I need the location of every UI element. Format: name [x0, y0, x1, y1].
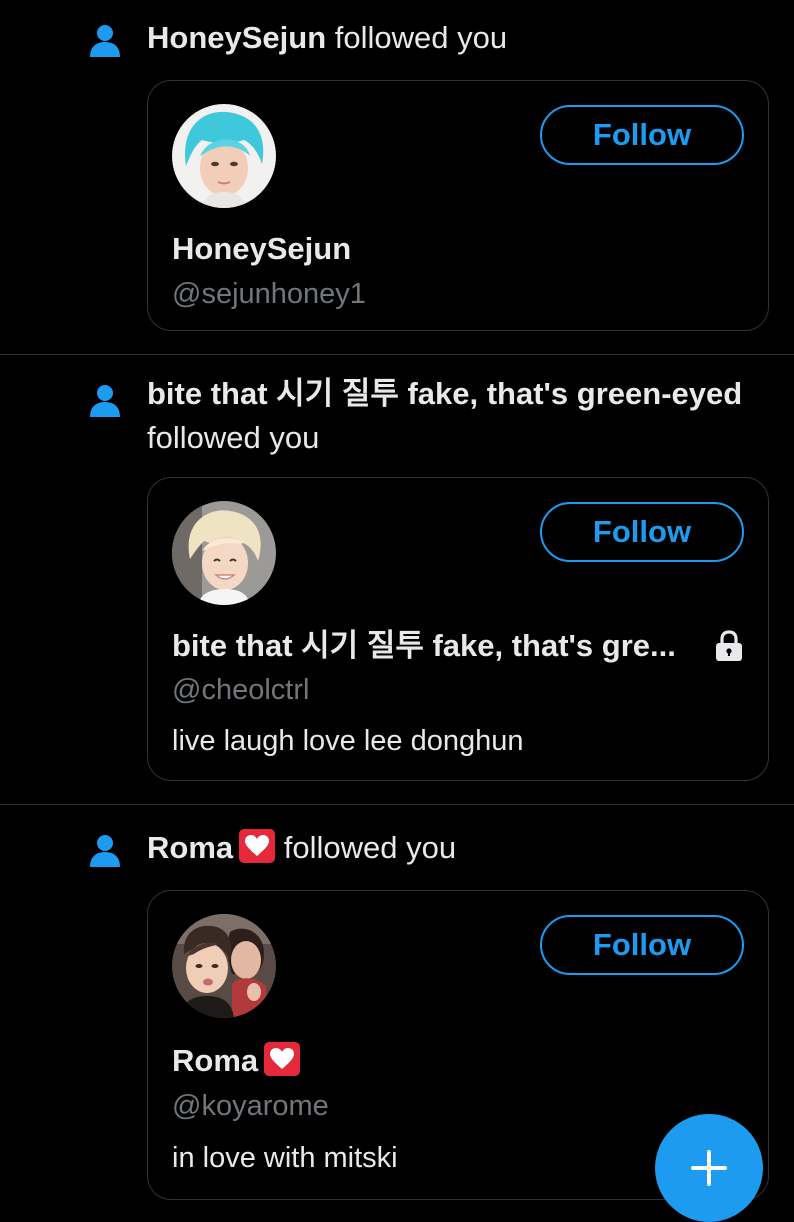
follow-action-text: followed you [334, 20, 508, 55]
person-icon [88, 24, 122, 58]
follow-button[interactable]: Follow [540, 502, 744, 562]
avatar-cyan-hair-icon [172, 104, 276, 208]
user-bio: live laugh love lee donghun [172, 725, 524, 757]
user-handle: @sejunhoney1 [172, 278, 366, 310]
lock-icon [714, 630, 744, 662]
user-card[interactable]: Follow bite that 시기 질투 fake, that's gre.… [147, 477, 769, 781]
white-heart-emoji-icon [239, 829, 276, 863]
display-name[interactable]: bite that 시기 질투 fake, that's gre... [172, 626, 676, 666]
avatar[interactable] [172, 914, 276, 1018]
display-name-text: Roma [172, 1043, 259, 1078]
person-icon [88, 834, 122, 868]
avatar[interactable] [172, 104, 276, 208]
follower-name[interactable]: bite that 시기 질투 fake, that's green-eyed [147, 376, 742, 411]
notification-header: HoneySejun followed you [147, 16, 774, 60]
plus-icon [691, 1150, 727, 1186]
user-handle: @koyarome [172, 1090, 329, 1122]
user-bio: in love with mitski [172, 1142, 398, 1174]
follow-button[interactable]: Follow [540, 105, 744, 165]
follower-name[interactable]: HoneySejun [147, 20, 326, 55]
display-name[interactable]: HoneySejun [172, 229, 351, 269]
follower-name[interactable]: Roma [147, 830, 233, 865]
user-handle: @cheolctrl [172, 674, 310, 706]
follow-button[interactable]: Follow [540, 915, 744, 975]
avatar-blond-hair-icon [172, 501, 276, 605]
notification-item[interactable]: HoneySejun followed you Follow HoneySeju… [0, 0, 794, 354]
compose-fab-button[interactable] [655, 1114, 763, 1222]
person-icon [88, 384, 122, 418]
display-name[interactable]: Roma [172, 1041, 301, 1081]
notification-item[interactable]: bite that 시기 질투 fake, that's green-eyed … [0, 355, 794, 804]
follow-action-text: followed you [283, 830, 457, 865]
notification-header: Roma followed you [147, 826, 774, 870]
white-heart-emoji-icon [264, 1042, 301, 1076]
follow-action-text: followed you [147, 420, 320, 455]
user-card[interactable]: Follow HoneySejun @sejunhoney1 [147, 80, 769, 331]
avatar[interactable] [172, 501, 276, 605]
notification-header: bite that 시기 질투 fake, that's green-eyed … [147, 372, 774, 460]
avatar-two-people-icon [172, 914, 276, 1018]
